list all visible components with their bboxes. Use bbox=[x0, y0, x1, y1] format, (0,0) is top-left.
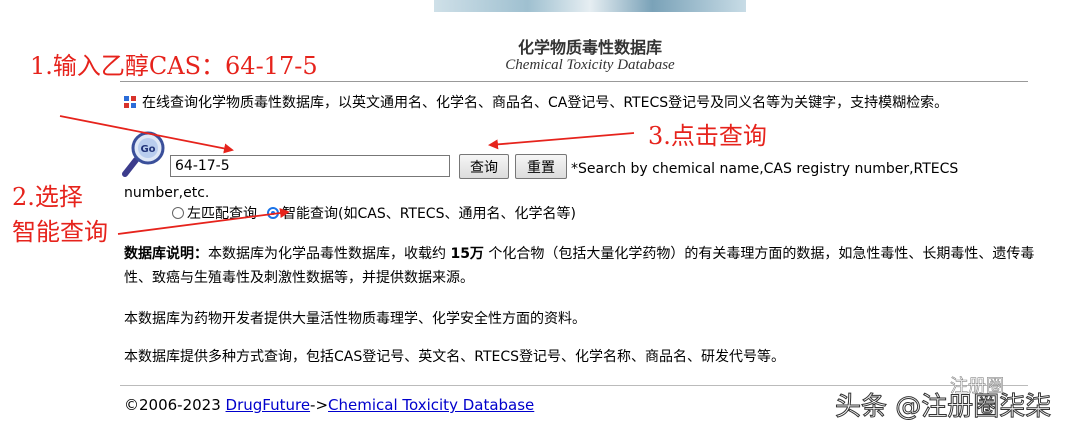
intro-text: 在线查询化学物质毒性数据库，以英文通用名、化学名、商品名、CA登记号、RTECS… bbox=[124, 93, 1034, 113]
annotation-step2-line2: 智能查询 bbox=[12, 218, 108, 246]
radio-smart-query[interactable]: 智能查询(如CAS、RTECS、通用名、化学名等) bbox=[267, 206, 586, 222]
watermark-text: 头条 @注册圈柒柒 bbox=[834, 392, 1052, 423]
svg-text:Go: Go bbox=[140, 144, 155, 155]
description-text: 本数据库为化学品毒性数据库，收载约 bbox=[208, 246, 451, 262]
paragraph-query-methods: 本数据库提供多种方式查询，包括CAS登记号、英文名、RTECS登记号、化学名称、… bbox=[124, 349, 786, 365]
arrow-to-query-button bbox=[488, 132, 635, 150]
radio-label-left-match: 左匹配查询 bbox=[187, 206, 257, 222]
annotation-step2: 2.选择智能查询 bbox=[12, 180, 108, 250]
footer: ©2006-2023 DrugFuture->Chemical Toxicity… bbox=[124, 394, 534, 416]
copyright-text: ©2006-2023 bbox=[124, 396, 226, 414]
description-label: 数据库说明： bbox=[124, 246, 208, 262]
search-hint: *Search by chemical name,CAS registry nu… bbox=[124, 161, 959, 201]
annotation-step1: 1.输入乙醇CAS：64-17-5 bbox=[30, 52, 318, 80]
header-banner-image bbox=[434, 0, 746, 12]
intro-label: 在线查询化学物质毒性数据库，以英文通用名、化学名、商品名、CA登记号、RTECS… bbox=[142, 95, 949, 111]
annotation-step2-line1: 2.选择 bbox=[12, 183, 83, 211]
drugfuture-link[interactable]: DrugFuture bbox=[226, 396, 311, 414]
search-mode-options: 左匹配查询 智能查询(如CAS、RTECS、通用名、化学名等) bbox=[172, 204, 586, 224]
compound-count: 15万 bbox=[450, 246, 484, 262]
breadcrumb-separator: -> bbox=[310, 396, 329, 414]
radio-left-match[interactable]: 左匹配查询 bbox=[172, 206, 267, 222]
annotation-step3: 3.点击查询 bbox=[648, 122, 767, 150]
paragraph-developers: 本数据库为药物开发者提供大量活性物质毒理学、化学安全性方面的资料。 bbox=[124, 311, 586, 327]
radio-button-checked[interactable] bbox=[267, 207, 279, 219]
radio-label-smart-query: 智能查询(如CAS、RTECS、通用名、化学名等) bbox=[282, 206, 576, 222]
database-description: 数据库说明：本数据库为化学品毒性数据库，收载约 15万 个化合物（包括大量化学药… bbox=[124, 242, 1049, 290]
bullet-squares-icon bbox=[124, 96, 136, 108]
radio-button-unchecked[interactable] bbox=[172, 207, 184, 219]
chemical-toxicity-database-link[interactable]: Chemical Toxicity Database bbox=[328, 396, 534, 414]
